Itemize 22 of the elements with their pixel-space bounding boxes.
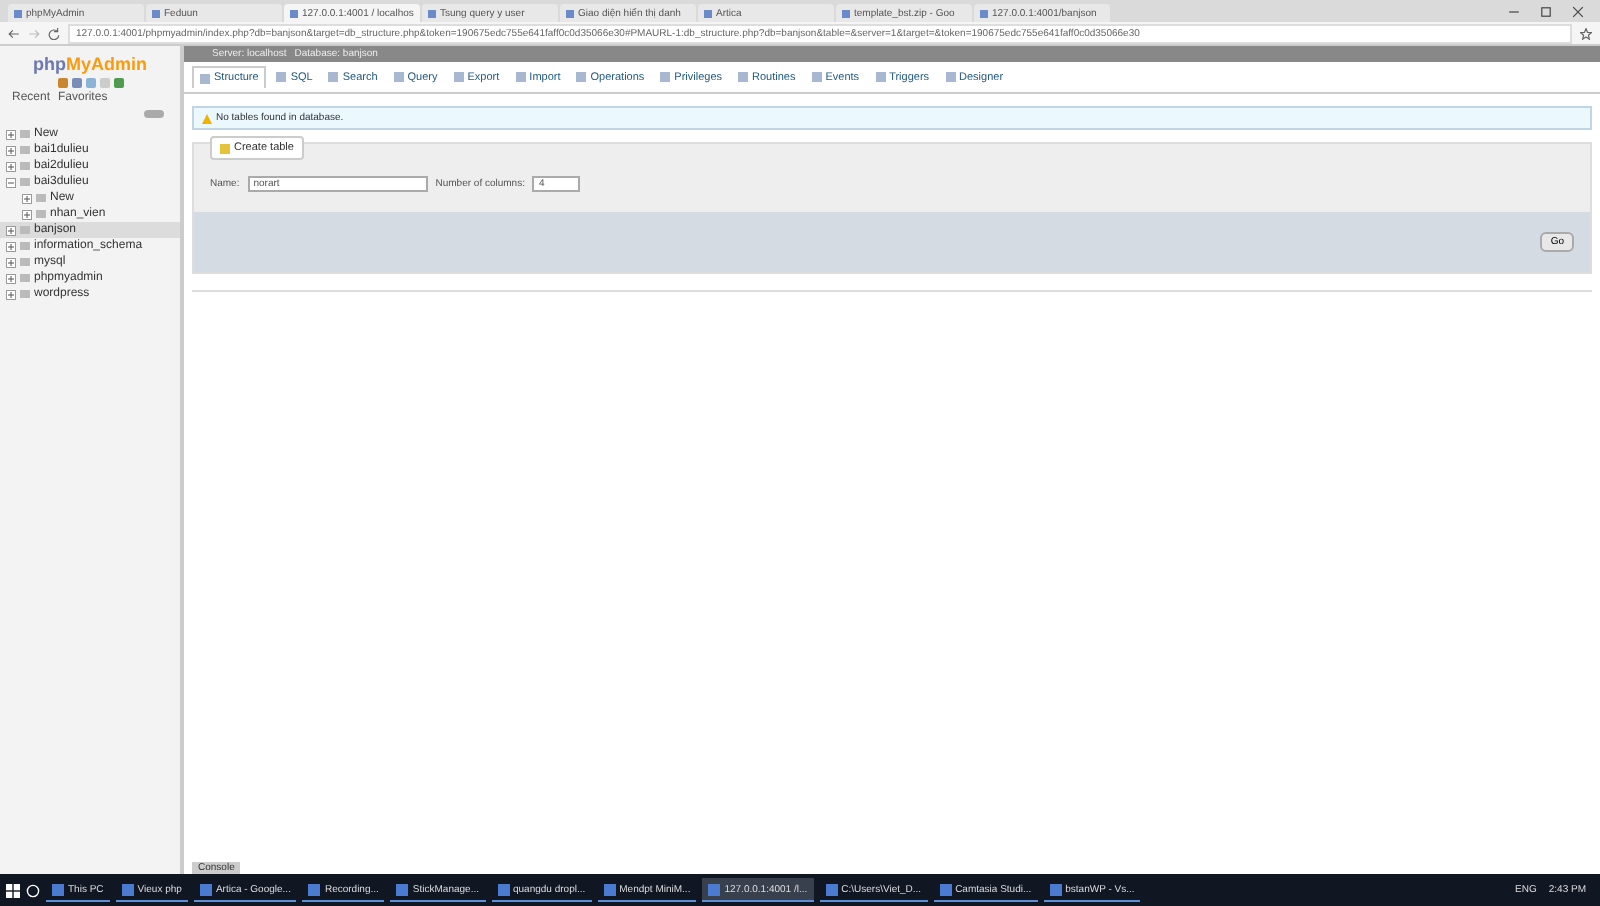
- windows-start-icon[interactable]: [6, 883, 20, 897]
- close-icon[interactable]: [1572, 5, 1584, 17]
- back-icon[interactable]: [8, 27, 20, 39]
- expand-icon[interactable]: [6, 289, 16, 299]
- expand-icon[interactable]: [6, 129, 16, 139]
- expand-icon[interactable]: [6, 161, 16, 171]
- expand-icon[interactable]: [22, 193, 32, 203]
- search-icon[interactable]: [26, 883, 40, 897]
- expand-icon[interactable]: [6, 145, 16, 155]
- warning-icon: [202, 113, 212, 123]
- star-icon[interactable]: [1580, 27, 1592, 39]
- expand-icon[interactable]: [6, 257, 16, 267]
- expand-icon[interactable]: [6, 273, 16, 283]
- expand-icon[interactable]: [6, 225, 16, 235]
- expand-icon[interactable]: [22, 209, 32, 219]
- collapse-all-icon[interactable]: [144, 110, 164, 118]
- logo: phpMyAdmin: [31, 54, 149, 74]
- maximize-icon[interactable]: [1540, 5, 1552, 17]
- reload-icon[interactable]: [48, 27, 60, 39]
- expand-icon[interactable]: [6, 241, 16, 251]
- collapse-icon[interactable]: [6, 177, 16, 187]
- minimize-icon[interactable]: [1508, 5, 1520, 17]
